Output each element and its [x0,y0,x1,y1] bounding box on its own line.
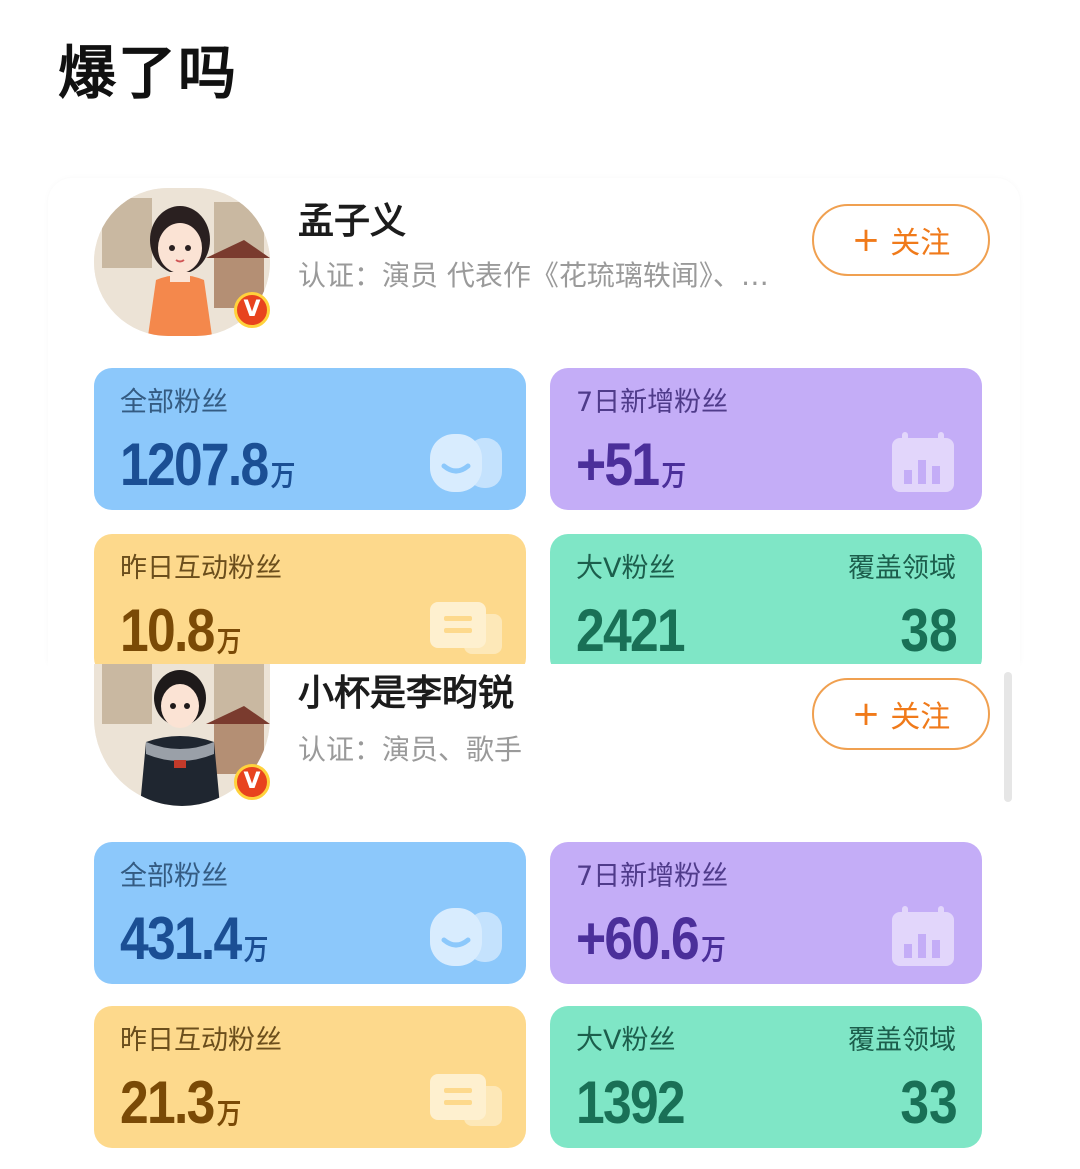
profile-card: V 小杯是李昀锐 认证：演员、歌手 + 关注 全部粉丝 431.4 万 7日新增粉… [48,664,1020,1148]
plus-icon: + [851,220,881,260]
stat-label: 全部粉丝 [120,861,228,892]
stat-label: 大V粉丝 [576,1025,676,1056]
verification-text: 认证：演员、歌手 [298,733,523,766]
coverage-label: 覆盖领域 [848,553,956,584]
scrollbar[interactable] [1004,672,1012,802]
user-name[interactable]: 孟子义 [298,192,406,244]
calendar-chart-icon [892,906,954,966]
verified-badge-icon: V [234,292,270,328]
coverage-value: 33 [900,1069,958,1136]
stat-label: 7日新增粉丝 [576,861,729,892]
verification-text: 认证：演员 代表作《花琉璃轶闻》、… [298,259,769,292]
stat-value: 431.4 万 [120,905,269,972]
stat-value: +51 万 [576,431,686,498]
stat-label: 大V粉丝 [576,553,676,584]
stat-label: 7日新增粉丝 [576,387,729,418]
stat-tile-new-fans-7d[interactable]: 7日新增粉丝 +60.6 万 [550,842,982,984]
stat-value: 21.3 万 [120,1069,242,1136]
plus-icon: + [851,694,881,734]
people-icon [430,434,502,492]
follow-label: 关注 [890,700,951,735]
stat-value: 10.8 万 [120,597,242,664]
stat-tile-big-v-fans[interactable]: 大V粉丝 1392 覆盖领域 33 [550,1006,982,1148]
stat-value: +60.6 万 [576,905,726,972]
follow-label: 关注 [890,226,951,261]
stat-value: 2421 [576,597,686,664]
calendar-chart-icon [892,432,954,492]
follow-button[interactable]: + 关注 [812,204,990,276]
stat-value: 1207.8 万 [120,431,296,498]
user-name[interactable]: 小杯是李昀锐 [298,664,514,716]
stat-tile-total-fans[interactable]: 全部粉丝 1207.8 万 [94,368,526,510]
coverage-value: 38 [900,597,958,664]
stat-value: 1392 [576,1069,686,1136]
stat-label: 昨日互动粉丝 [120,553,282,584]
coverage-label: 覆盖领域 [848,1025,956,1056]
verified-badge-icon: V [234,764,270,800]
follow-button[interactable]: + 关注 [812,678,990,750]
stat-tile-interactive-fans[interactable]: 昨日互动粉丝 21.3 万 [94,1006,526,1148]
stat-tile-new-fans-7d[interactable]: 7日新增粉丝 +51 万 [550,368,982,510]
stat-label: 昨日互动粉丝 [120,1025,282,1056]
stat-label: 全部粉丝 [120,387,228,418]
stat-tile-interactive-fans[interactable]: 昨日互动粉丝 10.8 万 [94,534,526,676]
profile-card: V 孟子义 认证：演员 代表作《花琉璃轶闻》、… + 关注 全部粉丝 1207.… [48,178,1020,676]
stat-tile-total-fans[interactable]: 全部粉丝 431.4 万 [94,842,526,984]
post-title: 爆了吗 [58,39,239,107]
stat-tile-big-v-fans[interactable]: 大V粉丝 2421 覆盖领域 38 [550,534,982,676]
chat-bubble-icon [430,1074,502,1126]
chat-bubble-icon [430,602,502,654]
people-icon [430,908,502,966]
